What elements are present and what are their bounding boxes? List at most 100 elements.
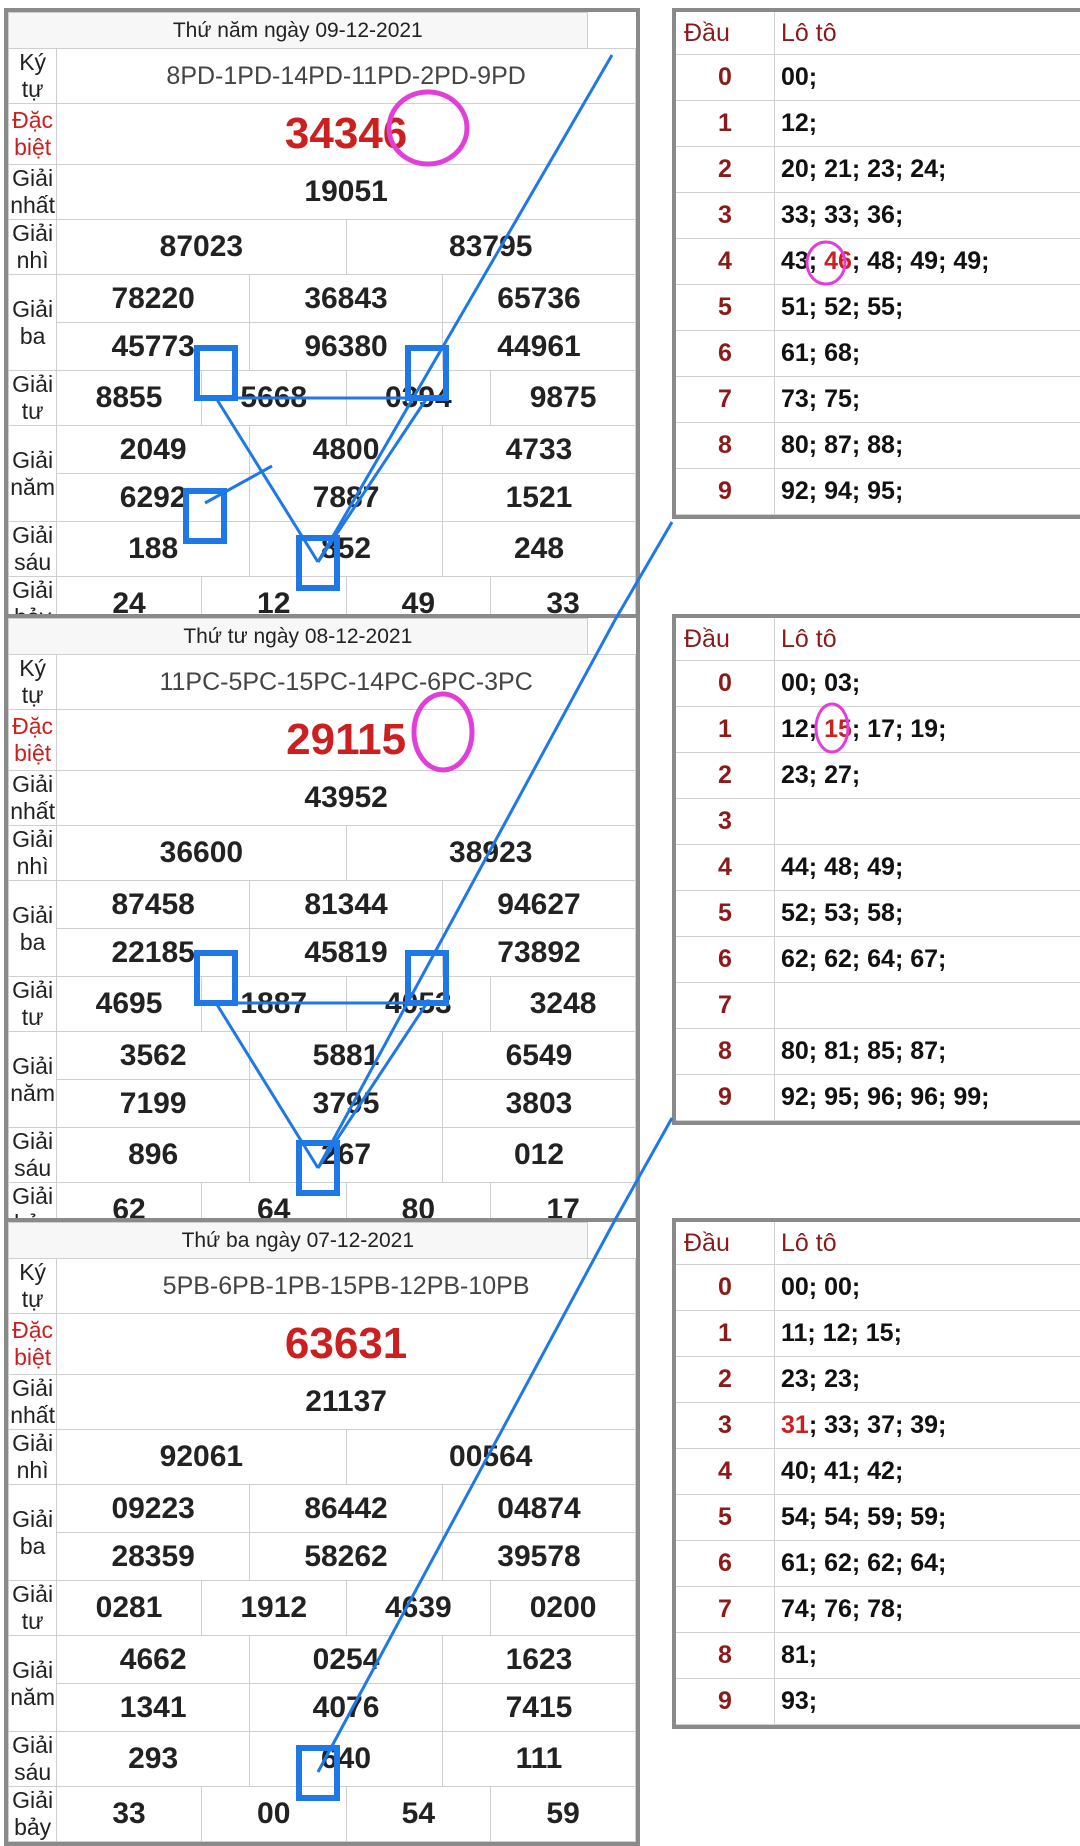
special-prize: 34346	[57, 104, 636, 165]
prize-4: 8855	[57, 371, 202, 426]
loto-values: 93;	[775, 1679, 1080, 1725]
loto-head: 5	[676, 285, 775, 331]
prize-6: 896	[57, 1128, 250, 1183]
loto-values: 92; 95; 96; 96; 99;	[775, 1075, 1080, 1121]
loto-values: 00; 03;	[775, 661, 1080, 707]
ky-tu-value: 5PB-6PB-1PB-15PB-12PB-10PB	[57, 1259, 636, 1314]
prize-2: 87023	[57, 220, 346, 275]
label-giai-ba: Giải ba	[9, 1485, 57, 1581]
prize-3: 65736	[442, 275, 635, 323]
loto-head: 8	[676, 1029, 775, 1075]
prize-5: 7887	[250, 474, 443, 522]
label-giai-ba: Giải ba	[9, 881, 57, 977]
loto-values: 80; 87; 88;	[775, 423, 1080, 469]
label-giai-nhat: Giải nhất	[9, 771, 57, 826]
loto-head: 1	[676, 707, 775, 753]
loto-post: ; 48; 49; 49;	[852, 247, 990, 275]
prize-2: 92061	[57, 1430, 346, 1485]
label-giai-nhi: Giải nhì	[9, 826, 57, 881]
prize-3: 36843	[250, 275, 443, 323]
prize-4: 1887	[201, 977, 346, 1032]
loto-values: 31; 33; 37; 39;	[775, 1403, 1080, 1449]
prize-5: 6549	[442, 1032, 635, 1080]
label-giai-nhat: Giải nhất	[9, 1375, 57, 1430]
label-giai-ba: Giải ba	[9, 275, 57, 371]
label-giai-sau: Giải sáu	[9, 1128, 57, 1183]
prize-3: 04874	[442, 1485, 635, 1533]
prize-5: 4733	[442, 426, 635, 474]
prize-6: 188	[57, 522, 250, 577]
loto-values: 00;	[775, 55, 1080, 101]
loto-values: 23; 23;	[775, 1357, 1080, 1403]
prize-3: 81344	[250, 881, 443, 929]
loto-post: ; 33; 37; 39;	[809, 1411, 947, 1439]
loto-table-day2: ĐầuLô tô 000; 03; 112; 15; 17; 19; 223; …	[672, 614, 1080, 1125]
loto-values: 43; 46; 48; 49; 49;	[775, 239, 1080, 285]
loto-values: 81;	[775, 1633, 1080, 1679]
prize-3: 39578	[442, 1533, 635, 1581]
prize-3: 09223	[57, 1485, 250, 1533]
loto-values: 73; 75;	[775, 377, 1080, 423]
label-giai-nhat: Giải nhất	[9, 165, 57, 220]
prize-5: 1623	[442, 1636, 635, 1684]
loto-head: 8	[676, 423, 775, 469]
loto-head: 2	[676, 1357, 775, 1403]
special-prize: 63631	[57, 1314, 636, 1375]
header-dau: Đầu	[676, 618, 775, 661]
loto-head: 3	[676, 799, 775, 845]
prize-5: 6292	[57, 474, 250, 522]
loto-values: 62; 62; 64; 67;	[775, 937, 1080, 983]
prize-4: 1912	[201, 1581, 346, 1636]
label-giai-nam: Giải năm	[9, 426, 57, 522]
loto-head: 2	[676, 753, 775, 799]
label-giai-tu: Giải tư	[9, 371, 57, 426]
loto-values: 23; 27;	[775, 753, 1080, 799]
label-giai-nhi: Giải nhì	[9, 220, 57, 275]
prize-5: 7199	[57, 1080, 250, 1128]
loto-head: 4	[676, 845, 775, 891]
loto-values: 20; 21; 23; 24;	[775, 147, 1080, 193]
prize-7: 00	[201, 1787, 346, 1842]
loto-head: 9	[676, 1679, 775, 1725]
loto-head: 6	[676, 937, 775, 983]
loto-values: 92; 94; 95;	[775, 469, 1080, 515]
loto-head: 3	[676, 1403, 775, 1449]
label-giai-sau: Giải sáu	[9, 1732, 57, 1787]
prize-4: 9875	[491, 371, 636, 426]
loto-head: 5	[676, 1495, 775, 1541]
prize-4: 5668	[201, 371, 346, 426]
label-giai-tu: Giải tư	[9, 1581, 57, 1636]
prize-2: 36600	[57, 826, 346, 881]
prize-5: 4662	[57, 1636, 250, 1684]
loto-values: 61; 62; 62; 64;	[775, 1541, 1080, 1587]
header-loto: Lô tô	[775, 618, 1080, 661]
prize-3: 94627	[442, 881, 635, 929]
loto-head: 0	[676, 1265, 775, 1311]
prize-3: 22185	[57, 929, 250, 977]
loto-head: 7	[676, 983, 775, 1029]
prize-1: 21137	[57, 1375, 636, 1430]
prize-5: 1521	[442, 474, 635, 522]
loto-pre: 12;	[781, 715, 824, 743]
prize-4: 0394	[346, 371, 491, 426]
loto-table-day3: ĐầuLô tô 000; 00; 111; 12; 15; 223; 23; …	[672, 1218, 1080, 1729]
prize-3: 73892	[442, 929, 635, 977]
loto-head: 0	[676, 661, 775, 707]
loto-head: 4	[676, 1449, 775, 1495]
loto-values: 80; 81; 85; 87;	[775, 1029, 1080, 1075]
prize-3: 86442	[250, 1485, 443, 1533]
prize-4: 4695	[57, 977, 202, 1032]
prize-5: 1341	[57, 1684, 250, 1732]
loto-head: 1	[676, 1311, 775, 1357]
prize-6: 267	[250, 1128, 443, 1183]
header-loto: Lô tô	[775, 12, 1080, 55]
date-title: Thứ tư ngày 08-12-2021	[9, 619, 588, 655]
loto-values: 52; 53; 58;	[775, 891, 1080, 937]
header-dau: Đầu	[676, 12, 775, 55]
prize-6: 293	[57, 1732, 250, 1787]
prize-7: 59	[491, 1787, 636, 1842]
prize-3: 45773	[57, 323, 250, 371]
prize-3: 78220	[57, 275, 250, 323]
prize-6: 852	[250, 522, 443, 577]
prize-1: 43952	[57, 771, 636, 826]
